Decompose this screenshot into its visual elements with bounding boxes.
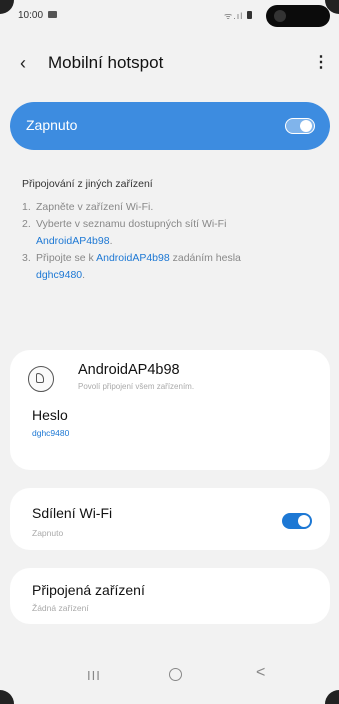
network-name-link: AndroidAP4b98 xyxy=(36,235,110,247)
step-text-part: Připojte se k xyxy=(36,252,94,264)
step-number: 1. xyxy=(22,201,31,213)
camera-cutout xyxy=(266,5,330,27)
hotspot-device-icon xyxy=(28,366,54,392)
step-text: Zapněte v zařízení Wi-Fi. xyxy=(36,201,154,213)
connection-instructions: Připojování z jiných zařízení 1. Zapněte… xyxy=(22,178,327,284)
back-arrow-icon[interactable]: ‹ xyxy=(20,52,42,74)
app-bar: ‹ Mobilní hotspot ⋮ xyxy=(0,48,339,78)
connected-devices-status: Žádná zařízení xyxy=(32,603,89,613)
step-number: 3. xyxy=(22,252,31,264)
hotspot-switch[interactable] xyxy=(285,118,315,134)
wifi-sharing-row[interactable]: Sdílení Wi-Fi Zapnuto xyxy=(10,488,330,550)
hotspot-state-label: Zapnuto xyxy=(26,117,78,133)
step-text-part: zadáním hesla xyxy=(172,252,241,264)
step-text: Připojte se k AndroidAP4b98 zadáním hesl… xyxy=(36,250,327,284)
step-number: 2. xyxy=(22,218,31,230)
step-text-part: Vyberte v seznamu dostupných sítí Wi-Fi xyxy=(36,218,227,230)
recent-apps-icon[interactable]: III xyxy=(87,668,101,683)
step-text-part: . xyxy=(109,235,113,247)
connected-devices-row[interactable]: Připojená zařízení Žádná zařízení xyxy=(10,568,330,624)
page-title: Mobilní hotspot xyxy=(48,53,164,72)
wifi-sharing-status: Zapnuto xyxy=(32,528,64,538)
network-name[interactable]: AndroidAP4b98 xyxy=(78,362,180,378)
network-subtitle: Povolí připojení všem zařízením. xyxy=(78,382,195,391)
hotspot-master-toggle[interactable]: Zapnuto xyxy=(10,102,330,150)
connected-devices-label: Připojená zařízení xyxy=(32,582,145,598)
wifi-sharing-switch[interactable] xyxy=(282,513,312,529)
step-text: Vyberte v seznamu dostupných sítí Wi-Fi A… xyxy=(36,216,327,250)
instruction-step: 3. Připojte se k AndroidAP4b98 zadáním h… xyxy=(22,250,327,284)
network-name-link: AndroidAP4b98 xyxy=(96,252,170,264)
password-label[interactable]: Heslo xyxy=(32,407,68,423)
instructions-heading: Připojování z jiných zařízení xyxy=(22,178,153,190)
instruction-step: 2. Vyberte v seznamu dostupných sítí Wi-… xyxy=(22,216,327,250)
camera-lens xyxy=(274,10,286,22)
password-value: dghc9480 xyxy=(32,428,70,438)
status-time: 10:00 xyxy=(18,10,44,21)
home-icon[interactable] xyxy=(169,668,182,681)
network-card: AndroidAP4b98 Povolí připojení všem zaří… xyxy=(10,350,330,470)
switch-knob xyxy=(300,120,312,132)
status-bar: 10:00 ᯤ.ıl xyxy=(0,0,339,30)
more-options-icon[interactable]: ⋮ xyxy=(313,53,329,73)
instruction-step: 1. Zapněte v zařízení Wi-Fi. xyxy=(22,199,327,216)
gallery-notification-icon xyxy=(48,11,57,18)
battery-icon xyxy=(247,11,252,19)
password-link: dghc9480 xyxy=(36,269,83,281)
navigation-bar: III < xyxy=(0,648,339,704)
switch-knob xyxy=(298,515,310,527)
wifi-sharing-label: Sdílení Wi-Fi xyxy=(32,505,113,521)
step-text-part: . xyxy=(82,269,86,281)
nav-back-icon[interactable]: < xyxy=(256,664,265,682)
signal-icon: ᯤ.ıl xyxy=(224,11,244,21)
